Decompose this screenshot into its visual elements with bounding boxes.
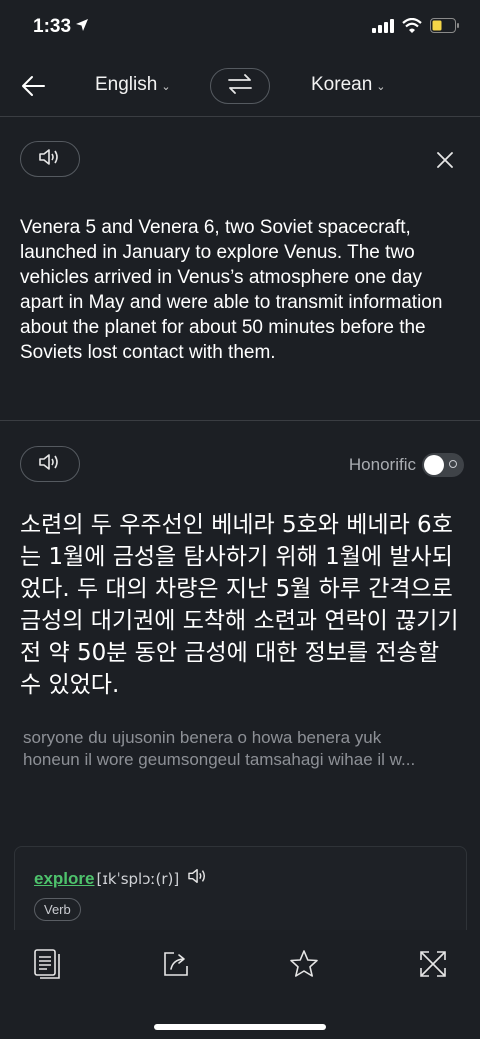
- star-icon[interactable]: [288, 948, 320, 980]
- romanization-line: soryone du ujusonin benera o howa benera…: [23, 728, 382, 747]
- toggle-off-indicator: [449, 460, 457, 468]
- honorific-control: Honorific: [349, 453, 464, 477]
- swap-languages-button[interactable]: [210, 68, 270, 104]
- source-language-label: English: [95, 74, 158, 95]
- location-arrow-icon: [75, 18, 89, 37]
- bottom-toolbar: [0, 930, 480, 1039]
- swap-icon: [227, 73, 253, 99]
- pronunciation: [ɪkˈsplɔː(r)]: [96, 869, 180, 888]
- chevron-down-icon: ⌄: [376, 80, 386, 93]
- share-icon[interactable]: [160, 948, 192, 980]
- speaker-icon[interactable]: [187, 867, 209, 890]
- cellular-signal-icon: [372, 18, 394, 38]
- part-of-speech-badge: Verb: [34, 898, 81, 921]
- romanization-line: honeun il wore geumsongeul tamsahagi wih…: [23, 750, 416, 769]
- translation-text[interactable]: 소련의 두 우주선인 베네라 5호와 베네라 6호는 1월에 금성을 탐사하기 …: [20, 509, 465, 701]
- source-speak-button[interactable]: [20, 141, 80, 177]
- dictionary-word[interactable]: explore: [34, 869, 94, 889]
- source-language-selector[interactable]: English ⌄: [95, 74, 171, 96]
- honorific-label: Honorific: [348, 455, 416, 474]
- close-icon[interactable]: [437, 152, 453, 168]
- target-language-selector[interactable]: Korean ⌄: [311, 74, 386, 96]
- home-indicator: [154, 1024, 326, 1030]
- battery-icon: [430, 18, 460, 38]
- expand-icon[interactable]: [417, 948, 449, 980]
- status-bar: 1:33: [0, 0, 480, 56]
- source-text[interactable]: Venera 5 and Venera 6, two Soviet spacec…: [20, 215, 460, 365]
- wifi-icon: [402, 17, 422, 38]
- target-language-label: Korean: [311, 74, 373, 95]
- back-arrow-icon[interactable]: [20, 74, 46, 98]
- chevron-down-icon: ⌄: [161, 80, 171, 93]
- honorific-toggle[interactable]: [422, 453, 464, 477]
- dictionary-headword-row: explore [ɪkˈsplɔː(r)]: [34, 867, 209, 890]
- romanization: soryone du ujusonin benera o howa benera…: [23, 727, 463, 771]
- translation-speak-button[interactable]: [20, 446, 80, 482]
- document-icon[interactable]: [31, 948, 63, 980]
- speaker-icon: [38, 452, 62, 477]
- source-panel: Venera 5 and Venera 6, two Soviet spacec…: [0, 117, 480, 421]
- language-bar: English ⌄ Korean ⌄: [0, 56, 480, 117]
- toggle-knob: [424, 455, 444, 475]
- speaker-icon: [38, 147, 62, 172]
- translation-panel: Honorific 소련의 두 우주선인 베네라 5호와 베네라 6호는 1월에…: [0, 421, 480, 801]
- status-time: 1:33: [33, 16, 72, 37]
